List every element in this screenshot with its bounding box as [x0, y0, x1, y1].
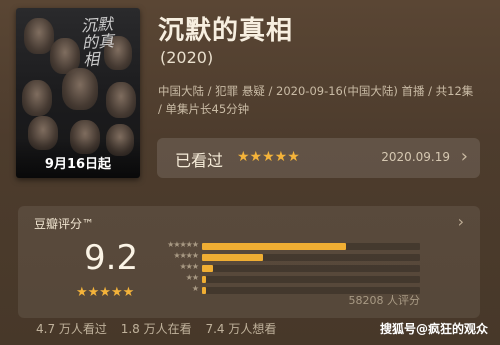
- douban-rating-card[interactable]: 豆瓣评分™ › 9.2 ★★★★★ ★★★★★ ★★★★ ★★★ ★★ ★ 58208 …: [18, 206, 480, 318]
- poster-date-label: 9月16日起: [44, 157, 112, 172]
- rating-distribution-row: ★★★★★: [154, 240, 454, 252]
- watermark: 搜狐号@疯狂的观众: [379, 322, 488, 336]
- distribution-bar: [202, 254, 263, 261]
- distribution-bar: [202, 265, 213, 272]
- poster-face: [62, 68, 98, 110]
- chevron-right-icon: ›: [460, 146, 468, 167]
- rating-header: 豆瓣评分™: [34, 217, 95, 231]
- movie-year: (2020): [160, 48, 214, 67]
- distribution-track: [202, 243, 420, 250]
- distribution-track: [202, 265, 420, 272]
- watched-date: 2020.09.19: [381, 150, 450, 164]
- distribution-bar: [202, 276, 206, 283]
- poster-face: [22, 80, 52, 116]
- distribution-bar: [202, 243, 346, 250]
- chevron-right-icon[interactable]: ›: [458, 212, 464, 231]
- poster-title-art: 沉默的真相: [80, 14, 115, 70]
- stat-want[interactable]: 7.4 万人想看: [205, 322, 276, 336]
- distribution-track: [202, 276, 420, 283]
- distribution-bar: [202, 287, 206, 294]
- watched-rating-stars: ★★★★★: [237, 149, 300, 165]
- rating-score-stars: ★★★★★: [76, 285, 135, 300]
- stat-watching[interactable]: 1.8 万人在看: [121, 322, 192, 336]
- distribution-track: [202, 254, 420, 261]
- distribution-stars: ★★★★: [173, 251, 199, 260]
- rating-count: 58208 人评分: [348, 294, 421, 307]
- distribution-stars: ★★★: [179, 262, 199, 271]
- poster-image[interactable]: 沉默的真相 9月16日起: [16, 8, 140, 178]
- distribution-stars: ★: [191, 284, 199, 293]
- rating-distribution-row: ★★★: [154, 262, 454, 274]
- distribution-stars: ★★★★★: [167, 240, 199, 249]
- audience-stats: 4.7 万人看过 1.8 万人在看 7.4 万人想看: [36, 320, 286, 337]
- poster-face: [106, 82, 136, 118]
- rating-distribution-row: ★★★★: [154, 251, 454, 263]
- watched-status-button[interactable]: 已看过 ★★★★★ 2020.09.19 ›: [157, 138, 480, 178]
- rating-score: 9.2: [84, 238, 139, 278]
- movie-meta: 中国大陆 / 犯罪 悬疑 / 2020-09-16(中国大陆) 首播 / 共12…: [158, 84, 474, 116]
- watched-label: 已看过: [175, 151, 224, 170]
- poster-face: [24, 18, 54, 54]
- page-title: 沉默的真相: [158, 16, 294, 46]
- distribution-stars: ★★: [185, 273, 199, 282]
- stat-watched[interactable]: 4.7 万人看过: [36, 322, 107, 336]
- rating-distribution-row: ★★: [154, 273, 454, 285]
